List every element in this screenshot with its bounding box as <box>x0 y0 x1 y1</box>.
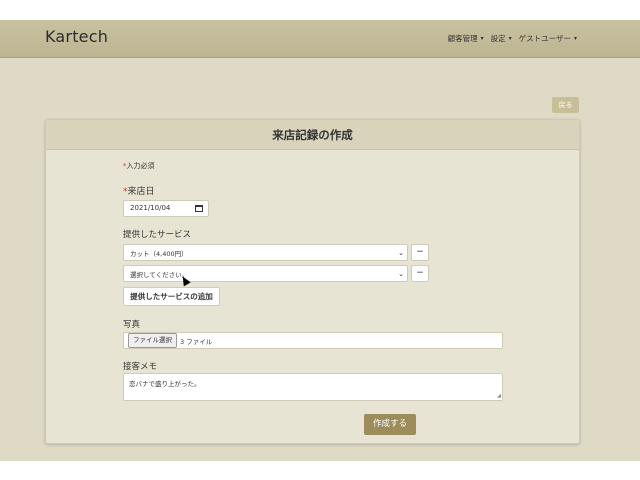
back-button[interactable]: 戻る <box>552 97 579 113</box>
chevron-down-icon: ▾ <box>573 35 577 42</box>
visit-date-label-text: 来店日 <box>127 187 155 197</box>
remove-service-button-2[interactable]: − <box>411 265 429 282</box>
visit-record-card: 来店記録の作成 *入力必須 *来店日 2021/10/04 提供したサービス カ… <box>45 119 580 444</box>
card-title: 来店記録の作成 <box>46 120 579 150</box>
submit-button[interactable]: 作成する <box>364 414 416 435</box>
nav-menu: 顧客管理 ▾ 設定 ▾ ゲストユーザー ▾ <box>448 33 577 44</box>
memo-label: 接客メモ <box>123 362 158 372</box>
photo-file-input[interactable]: ファイル選択 3 ファイル <box>123 332 503 349</box>
visit-date-input[interactable]: 2021/10/04 <box>123 200 209 217</box>
app-window: Kartech 顧客管理 ▾ 設定 ▾ ゲストユーザー ▾ 戻る 来店記録の作成… <box>0 20 640 461</box>
nav-item-label: ゲストユーザー <box>518 34 571 43</box>
navbar: Kartech 顧客管理 ▾ 設定 ▾ ゲストユーザー ▾ <box>0 20 640 58</box>
services-label: 提供したサービス <box>123 230 192 240</box>
visit-date-value: 2021/10/04 <box>130 204 171 212</box>
file-select-button[interactable]: ファイル選択 <box>128 333 177 348</box>
required-note: *入力必須 <box>123 161 155 171</box>
chevron-down-icon: ▾ <box>508 35 512 42</box>
nav-item-label: 設定 <box>490 34 506 43</box>
brand-logo[interactable]: Kartech <box>45 27 108 46</box>
memo-value: 恋バナで盛り上がった。 <box>129 380 201 388</box>
visit-date-label: *来店日 <box>123 184 155 197</box>
nav-item-label: 顧客管理 <box>447 34 478 43</box>
service-select-value: カット（4,400円） <box>130 249 188 258</box>
photo-label: 写真 <box>123 320 141 330</box>
remove-service-button-1[interactable]: − <box>411 244 429 261</box>
file-count: 3 ファイル <box>180 337 213 346</box>
service-select-1[interactable]: カット（4,400円） ⌄ <box>123 244 408 261</box>
chevron-down-icon: ⌄ <box>398 269 404 278</box>
chevron-down-icon: ▾ <box>480 35 484 42</box>
service-select-2[interactable]: 選択してください。 ⌄ <box>123 265 408 282</box>
required-note-text: 入力必須 <box>126 162 155 170</box>
calendar-icon[interactable] <box>195 205 203 212</box>
resize-handle-icon[interactable]: ◢ <box>497 393 501 399</box>
nav-item-customers[interactable]: 顧客管理 ▾ <box>448 33 484 44</box>
add-service-button[interactable]: 提供したサービスの追加 <box>123 287 220 306</box>
nav-item-guest-user[interactable]: ゲストユーザー ▾ <box>519 33 577 44</box>
nav-item-settings[interactable]: 設定 ▾ <box>491 33 512 44</box>
chevron-down-icon: ⌄ <box>398 248 404 257</box>
memo-textarea[interactable]: 恋バナで盛り上がった。 ◢ <box>123 373 503 401</box>
